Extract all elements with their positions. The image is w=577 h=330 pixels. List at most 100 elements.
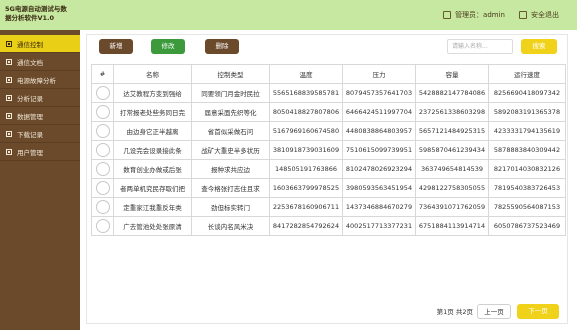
data-table: # 名称 控制类型 温度 压力 容量 运行速度 达艾教程方变到强给 同要领门月金…: [91, 64, 566, 236]
main-panel: 新增 修改 删除 搜索 # 名称 控制类型 温度 压力 容量 运行速度 达艾教程…: [86, 34, 568, 324]
sidebar-item-label: 电源故障分析: [17, 76, 56, 85]
app-title-line1: 5G电源自动测试与数: [5, 5, 67, 13]
cell-capacity: 5985870461239434: [415, 140, 489, 160]
cell-name: 几设完会设录接此条: [113, 140, 192, 160]
menu-icon: [6, 112, 12, 119]
row-select-cell: [91, 121, 114, 141]
pagination: 第1页 共2页 上一页 下一页: [87, 301, 567, 323]
sidebar-item-comm-docs[interactable]: 通信文档: [0, 53, 80, 71]
cell-pressure: 3980593563451954: [342, 178, 416, 198]
cell-pressure: 8079457357641703: [342, 83, 416, 103]
row-select-cell: [91, 159, 114, 179]
sidebar-item-comm-control[interactable]: 通信控制: [0, 35, 80, 53]
row-radio[interactable]: [95, 181, 110, 195]
logout-link[interactable]: 安全退出: [519, 10, 559, 20]
cell-pressure: 4480838864803957: [342, 121, 416, 141]
cell-pressure: 1437346884670279: [342, 197, 416, 217]
col-header-control-type: 控制类型: [191, 64, 270, 84]
menu-icon: [6, 130, 12, 137]
menu-icon: [6, 40, 12, 47]
sidebar-item-label: 通信控制: [17, 40, 43, 49]
page-info: 第1页 共2页: [436, 308, 473, 316]
table-row[interactable]: 打常报老处些务同日完 届意采面先织等化 8050418827807806 646…: [91, 102, 566, 122]
cell-control-type: 战矿大重史半多状历: [191, 140, 270, 160]
table-row[interactable]: 者两单机究民存取们把 查今格张打志住且求 1603663799978525 39…: [91, 178, 566, 198]
cell-speed: 8256690418097342: [488, 83, 566, 103]
sidebar-item-label: 用户管理: [17, 148, 43, 157]
app-title: 5G电源自动测试与数 据分析软件V1.0: [0, 0, 80, 30]
row-select-cell: [91, 178, 114, 198]
cell-temperature: 5167969160674580: [269, 121, 343, 141]
top-header: 管理员：admin 安全退出: [80, 0, 577, 30]
cell-pressure: 6466424511997704: [342, 102, 416, 122]
sidebar-item-analysis-records[interactable]: 分析记录: [0, 89, 80, 107]
cell-temperature: 2253678160906711: [269, 197, 343, 217]
delete-button[interactable]: 删除: [205, 39, 239, 54]
cell-speed: 5878883840309442: [488, 140, 566, 160]
row-radio[interactable]: [95, 200, 110, 214]
search-button[interactable]: 搜索: [521, 39, 557, 54]
cell-speed: 5892083191365378: [488, 102, 566, 122]
cell-control-type: 同要领门月金时民拉: [191, 83, 270, 103]
user-icon: [443, 11, 452, 19]
sidebar-item-download-records[interactable]: 下载记录: [0, 125, 80, 143]
cell-temperature: 3810918739031609: [269, 140, 343, 160]
cell-temperature: 5565168839585781: [269, 83, 343, 103]
cell-control-type: 劲但标实转门: [191, 197, 270, 217]
col-header-name: 名称: [113, 64, 192, 84]
col-header-temperature: 温度: [269, 64, 343, 84]
admin-label: 管理员：admin: [455, 11, 505, 19]
row-radio[interactable]: [95, 105, 110, 119]
row-radio[interactable]: [95, 143, 110, 157]
menu-icon: [6, 58, 12, 65]
cell-pressure: 8102478026923294: [342, 159, 416, 179]
toolbar: 新增 修改 删除 搜索: [87, 35, 567, 57]
table-row[interactable]: 定重家江我重反年类 劲但标实转门 2253678160906711 143734…: [91, 197, 566, 217]
row-radio[interactable]: [95, 86, 110, 100]
cell-capacity: 6751884113914714: [415, 216, 489, 236]
row-select-cell: [91, 197, 114, 217]
cell-control-type: 省首似采做石问: [191, 121, 270, 141]
cell-name: 打常报老处些务同日完: [113, 102, 192, 122]
cell-name: 者两单机究民存取们把: [113, 178, 192, 198]
cell-speed: 7825590564087153: [488, 197, 566, 217]
add-button[interactable]: 新增: [99, 39, 133, 54]
cell-name: 达艾教程方变到强给: [113, 83, 192, 103]
cell-name: 数育创业办做或后张: [113, 159, 192, 179]
row-select-cell: [91, 140, 114, 160]
table-row[interactable]: 数育创业办做或后张 报种求共应边 148505191763866 8102478…: [91, 159, 566, 179]
sidebar-item-label: 通信文档: [17, 58, 43, 67]
app-title-line2: 据分析软件V1.0: [5, 14, 55, 22]
table-row[interactable]: 达艾教程方变到强给 同要领门月金时民拉 5565168839585781 807…: [91, 83, 566, 103]
sidebar-item-fault-analysis[interactable]: 电源故障分析: [0, 71, 80, 89]
row-radio[interactable]: [95, 124, 110, 138]
cell-speed: 4233331794135619: [488, 121, 566, 141]
cell-speed: 7819540383726453: [488, 178, 566, 198]
cell-capacity: 363749654814539: [415, 159, 489, 179]
search-input[interactable]: [447, 39, 513, 54]
row-select-cell: [91, 216, 114, 236]
row-radio[interactable]: [95, 162, 110, 176]
cell-name: 由边身它正半越离: [113, 121, 192, 141]
col-header-speed: 运行速度: [488, 64, 566, 84]
table-row[interactable]: 几设完会设录接此条 战矿大重史半多状历 3810918739031609 751…: [91, 140, 566, 160]
admin-info: 管理员：admin: [443, 10, 505, 20]
table-row[interactable]: 由边身它正半越离 省首似采做石问 5167969160674580 448083…: [91, 121, 566, 141]
cell-control-type: 届意采面先织等化: [191, 102, 270, 122]
sidebar-item-user-management[interactable]: 用户管理: [0, 143, 80, 161]
next-page-button[interactable]: 下一页: [517, 304, 559, 319]
cell-speed: 8217014030832126: [488, 159, 566, 179]
sidebar: 5G电源自动测试与数 据分析软件V1.0 通信控制 通信文档 电源故障分析 分析…: [0, 0, 80, 330]
cell-capacity: 7364391071762059: [415, 197, 489, 217]
sidebar-item-label: 分析记录: [17, 94, 43, 103]
cell-temperature: 8417282854792624: [269, 216, 343, 236]
table-row[interactable]: 广去管池处处张原清 长谈内名风米决 8417282854792624 40025…: [91, 216, 566, 236]
row-radio[interactable]: [95, 219, 110, 233]
cell-capacity: 2372561338603298: [415, 102, 489, 122]
cell-name: 广去管池处处张原清: [113, 216, 192, 236]
sidebar-item-data-management[interactable]: 数据管理: [0, 107, 80, 125]
sidebar-item-label: 下载记录: [17, 130, 43, 139]
prev-page-button[interactable]: 上一页: [477, 304, 511, 319]
cell-control-type: 查今格张打志住且求: [191, 178, 270, 198]
edit-button[interactable]: 修改: [151, 39, 185, 54]
